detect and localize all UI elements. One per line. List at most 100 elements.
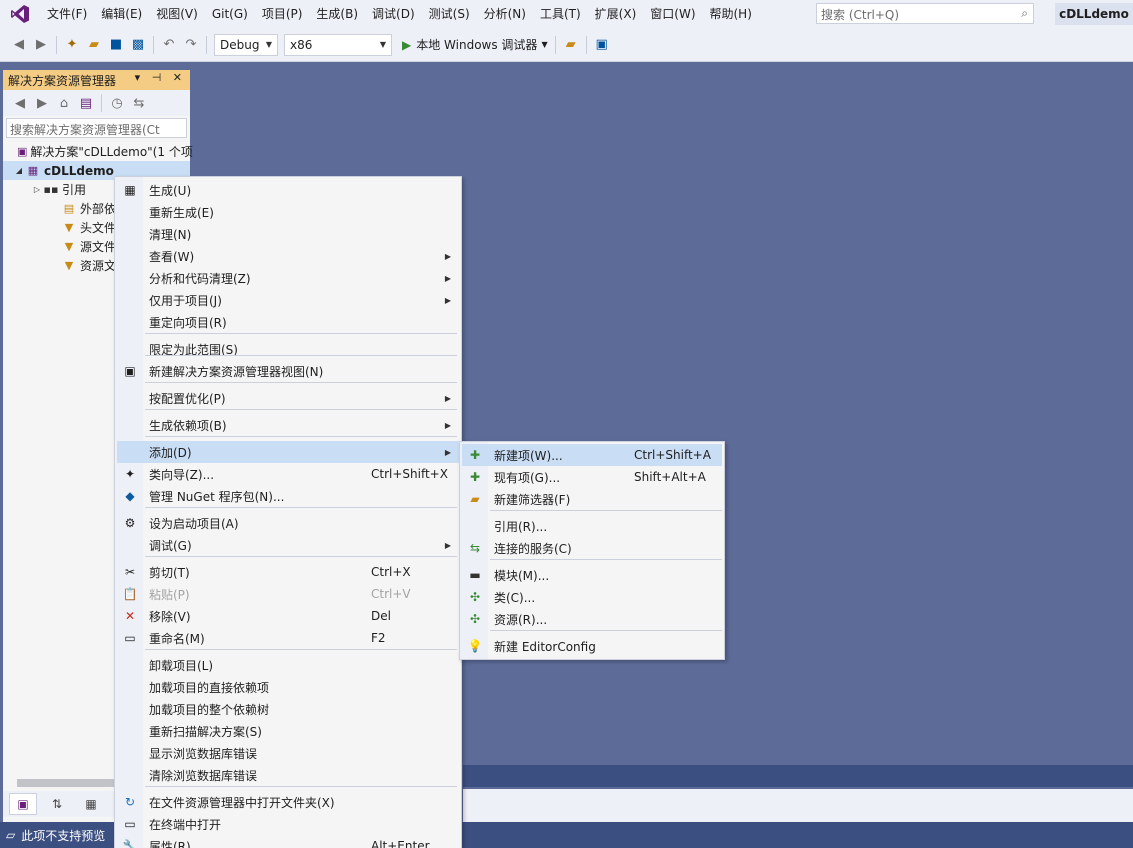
redo-icon[interactable]: ↷ xyxy=(181,35,201,55)
context-menu-item[interactable]: ▭ 在终端中打开 xyxy=(117,813,459,835)
context-menu-item[interactable]: 🔧 属性(R) Alt+Enter xyxy=(117,835,459,848)
sync-icon[interactable]: ⇆ xyxy=(129,93,149,113)
menu-item-shortcut: Del xyxy=(371,609,391,623)
folder-icon[interactable]: ▰ xyxy=(561,35,581,55)
menu-item[interactable]: 调试(D) xyxy=(365,0,422,28)
menu-item[interactable]: 编辑(E) xyxy=(94,0,149,28)
search-input[interactable]: 搜索 (Ctrl+Q) ⌕ xyxy=(816,3,1034,24)
tree-node-label: 引用 xyxy=(62,183,87,197)
home-icon[interactable]: ⌂ xyxy=(54,93,74,113)
switch-views-icon[interactable]: ▤ xyxy=(76,93,96,113)
save-icon[interactable]: ■ xyxy=(106,35,126,55)
forward-icon[interactable]: ▶ xyxy=(31,35,51,55)
forward-icon[interactable]: ▶ xyxy=(32,93,52,113)
menu-item[interactable]: 测试(S) xyxy=(422,0,477,28)
context-menu-item[interactable]: 卸载项目(L) xyxy=(117,654,459,676)
submenu-item[interactable]: ▰ 新建筛选器(F) xyxy=(462,488,722,510)
menu-item[interactable]: 视图(V) xyxy=(149,0,205,28)
context-menu-item[interactable]: 加载项目的直接依赖项 xyxy=(117,676,459,698)
tree-node-label: cDLLdemo xyxy=(44,163,114,178)
context-menu-item[interactable]: ▦ 生成(U) xyxy=(117,179,459,201)
menu-item-label: 按配置优化(P) xyxy=(149,391,226,406)
solution-explorer-toolbar: ◀ ▶ ⌂ ▤ ◷ ⇆ xyxy=(3,90,190,116)
submenu-item[interactable]: 💡 新建 EditorConfig xyxy=(462,635,722,657)
expand-arrow-icon[interactable]: ◢ xyxy=(13,166,25,175)
submenu-item[interactable]: ✚ 新建项(W)... Ctrl+Shift+A xyxy=(462,444,722,466)
save-all-icon[interactable]: ▩ xyxy=(128,35,148,55)
module-icon: ▬ xyxy=(469,568,481,582)
back-icon[interactable]: ◀ xyxy=(9,35,29,55)
menu-item[interactable]: 帮助(H) xyxy=(703,0,759,28)
context-menu-item[interactable]: ◆ 管理 NuGet 程序包(N)... xyxy=(117,485,459,507)
context-menu-item[interactable]: ✦ 类向导(Z)... Ctrl+Shift+X xyxy=(117,463,459,485)
status-text: 此项不支持预览 xyxy=(21,828,106,843)
context-menu-item[interactable]: ↻ 在文件资源管理器中打开文件夹(X) xyxy=(117,791,459,813)
platform-select[interactable]: x86 ▼ xyxy=(284,33,392,56)
menu-item[interactable]: 生成(B) xyxy=(309,0,365,28)
submenu-item[interactable]: 引用(R)... xyxy=(462,515,722,537)
expand-arrow-icon[interactable]: ▷ xyxy=(31,185,43,194)
context-menu-item[interactable]: 按配置优化(P) ▶ xyxy=(117,387,459,409)
context-menu-item[interactable]: 清除浏览数据库错误 xyxy=(117,764,459,786)
context-menu-item[interactable]: 查看(W) ▶ xyxy=(117,245,459,267)
menu-item[interactable]: 分析(N) xyxy=(477,0,533,28)
solution-explorer-search-input[interactable]: 搜索解决方案资源管理器(Ct xyxy=(6,118,187,138)
open-file-icon[interactable]: ▰ xyxy=(84,35,104,55)
panel-window-buttons[interactable]: ▾ ⊣ ✕ xyxy=(135,71,186,84)
output-panel-body xyxy=(463,789,1133,822)
submenu-item[interactable]: ✣ 资源(R)... xyxy=(462,608,722,630)
back-icon[interactable]: ◀ xyxy=(10,93,30,113)
submenu-item[interactable]: ✣ 类(C)... xyxy=(462,586,722,608)
tree-node[interactable]: ▣ 解决方案"cDLLdemo"(1 个项 xyxy=(3,142,193,161)
submenu-item[interactable]: ⇆ 连接的服务(C) xyxy=(462,537,722,559)
context-menu-item[interactable]: 生成依赖项(B) ▶ xyxy=(117,414,459,436)
menu-item[interactable]: Git(G) xyxy=(205,0,255,28)
context-menu-item[interactable]: 清理(N) xyxy=(117,223,459,245)
tab-class-view[interactable]: ▦ xyxy=(77,793,105,815)
context-menu-item[interactable]: 加载项目的整个依赖树 xyxy=(117,698,459,720)
context-menu-item[interactable]: 📋 粘贴(P) Ctrl+V xyxy=(117,583,459,605)
undo-icon[interactable]: ↶ xyxy=(159,35,179,55)
menu-item-label: 连接的服务(C) xyxy=(494,541,572,556)
menu-item[interactable]: 窗口(W) xyxy=(643,0,702,28)
menu-item[interactable]: 文件(F) xyxy=(40,0,94,28)
context-menu-item[interactable]: 分析和代码清理(Z) ▶ xyxy=(117,267,459,289)
context-menu-item[interactable]: 添加(D) ▶ xyxy=(117,441,459,463)
submenu-item[interactable]: ✚ 现有项(G)... Shift+Alt+A xyxy=(462,466,722,488)
new-project-icon[interactable]: ✦ xyxy=(62,35,82,55)
menu-item[interactable]: 项目(P) xyxy=(255,0,310,28)
menu-item-label: 在终端中打开 xyxy=(149,817,222,832)
project-context-menu: ▦ 生成(U) 重新生成(E) 清理(N) 查看(W) ▶ 分析和代码清理(Z) ▶ 仅用于项目… xyxy=(114,176,462,848)
tab-git-changes[interactable]: ⇅ xyxy=(43,793,71,815)
solution-explorer-search-placeholder: 搜索解决方案资源管理器(Ct xyxy=(10,123,160,137)
status-preview-icon: ▱ xyxy=(6,828,16,842)
context-menu-item[interactable]: 重新生成(E) xyxy=(117,201,459,223)
context-menu-item[interactable]: 限定为此范围(S) xyxy=(117,338,459,360)
context-menu-item[interactable]: 重定向项目(R) xyxy=(117,311,459,333)
live-share-icon[interactable]: ▣ xyxy=(592,35,612,55)
tree-node-label: 头文件 xyxy=(80,221,117,235)
context-menu-item[interactable]: 重新扫描解决方案(S) xyxy=(117,720,459,742)
pending-changes-filter-icon[interactable]: ◷ xyxy=(107,93,127,113)
menu-item[interactable]: 扩展(X) xyxy=(588,0,644,28)
menu-item-label: 新建项(W)... xyxy=(494,448,563,463)
tab-solution-explorer[interactable]: ▣ xyxy=(9,793,37,815)
context-menu-item[interactable]: 调试(G) ▶ xyxy=(117,534,459,556)
context-menu-item[interactable]: ✕ 移除(V) Del xyxy=(117,605,459,627)
context-menu-item[interactable]: ▣ 新建解决方案资源管理器视图(N) xyxy=(117,360,459,382)
context-menu-item[interactable]: 显示浏览数据库错误 xyxy=(117,742,459,764)
references-icon: ▪▪ xyxy=(43,183,59,196)
search-icon: ⌕ xyxy=(1021,6,1028,20)
configuration-select[interactable]: Debug ▼ xyxy=(214,33,278,56)
context-menu-item[interactable]: ⚙ 设为启动项目(A) xyxy=(117,512,459,534)
context-menu-item[interactable]: 仅用于项目(J) ▶ xyxy=(117,289,459,311)
visual-studio-logo-icon[interactable] xyxy=(0,0,40,28)
menu-separator xyxy=(145,507,457,508)
menu-item-label: 显示浏览数据库错误 xyxy=(149,746,258,761)
horizontal-scrollbar[interactable] xyxy=(17,779,117,787)
menu-item[interactable]: 工具(T) xyxy=(533,0,588,28)
start-debugging-button[interactable]: ▶ 本地 Windows 调试器 ▼ xyxy=(399,36,551,53)
submenu-item[interactable]: ▬ 模块(M)... xyxy=(462,564,722,586)
context-menu-item[interactable]: ▭ 重命名(M) F2 xyxy=(117,627,459,649)
context-menu-item[interactable]: ✂ 剪切(T) Ctrl+X xyxy=(117,561,459,583)
